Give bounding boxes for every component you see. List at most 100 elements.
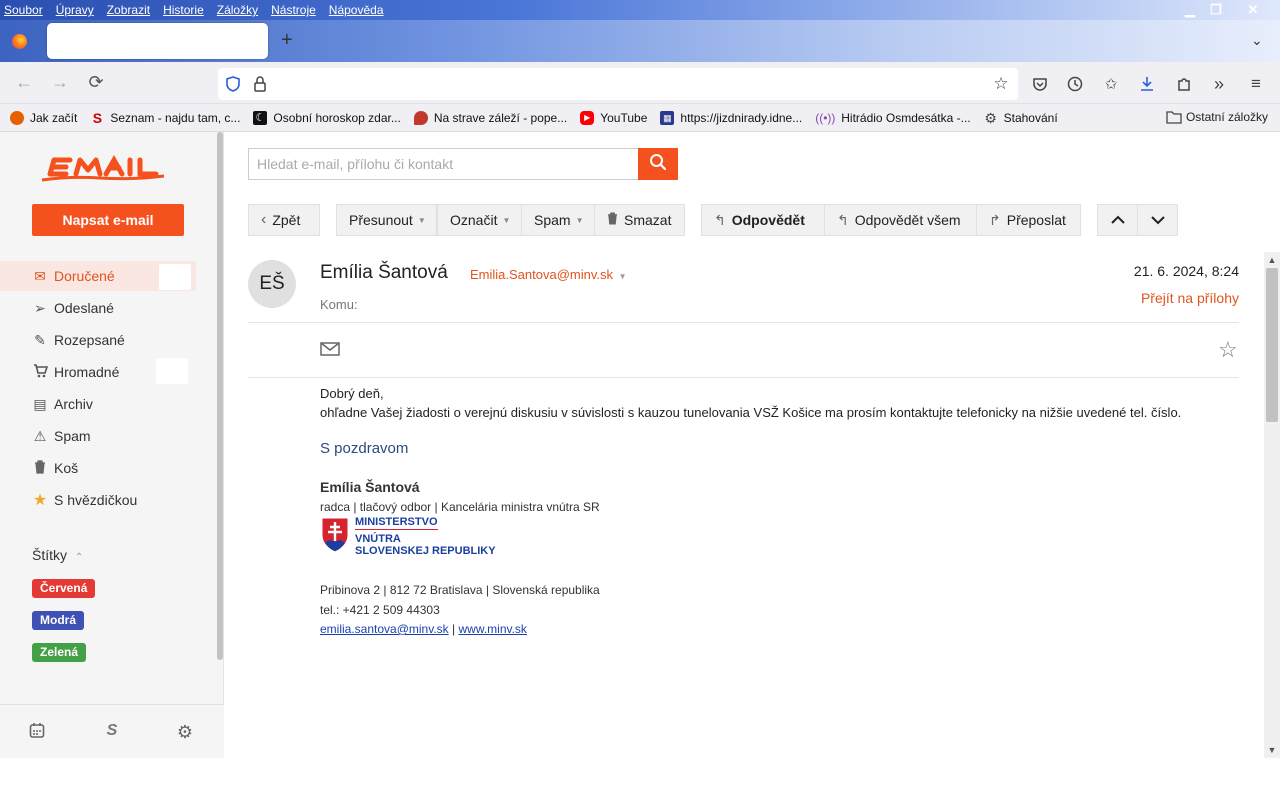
- archive-icon: ▤: [33, 395, 47, 412]
- scrollbar-thumb[interactable]: [1266, 268, 1278, 422]
- menu-view[interactable]: Zobrazit: [107, 3, 150, 17]
- mark-button[interactable]: Označit ▼: [437, 204, 522, 236]
- scroll-down-arrow-icon[interactable]: ▼: [1264, 742, 1280, 758]
- strava-icon: [413, 110, 428, 125]
- signature-links: emilia.santova@minv.sk | www.minv.sk: [320, 622, 527, 636]
- compose-email-button[interactable]: Napsat e-mail: [32, 204, 184, 236]
- label-red[interactable]: Červená: [32, 579, 96, 598]
- folder-drafts[interactable]: ✎ Rozepsané: [0, 325, 196, 355]
- search-input[interactable]: [248, 148, 639, 180]
- chevron-up-icon: [1110, 215, 1125, 224]
- folder-starred[interactable]: ★ S hvězdičkou: [0, 485, 196, 515]
- pocket-icon[interactable]: [1029, 73, 1051, 95]
- signature-phone: tel.: +421 2 509 44303: [320, 603, 440, 617]
- back-arrow-icon[interactable]: ←: [12, 72, 36, 92]
- hamburger-menu-icon[interactable]: ≡: [1245, 73, 1267, 95]
- trash-icon: [607, 212, 618, 228]
- scroll-up-arrow-icon[interactable]: ▲: [1264, 252, 1280, 268]
- firefox-icon: [10, 110, 24, 125]
- label-blue[interactable]: Modrá: [32, 611, 84, 630]
- reply-all-button[interactable]: ↰ Odpovědět všem: [824, 204, 977, 236]
- menu-file[interactable]: Soubor: [4, 3, 43, 17]
- next-message-button[interactable]: [1137, 204, 1178, 236]
- shield-icon[interactable]: [224, 75, 242, 93]
- recipient-label: Komu:: [320, 297, 358, 312]
- settings-gear-icon[interactable]: ⚙: [173, 722, 197, 744]
- email-logo[interactable]: [40, 150, 166, 190]
- close-window-button[interactable]: ✕: [1240, 1, 1266, 18]
- bookmark-star-icon[interactable]: ☆: [990, 73, 1012, 95]
- bookmark-item[interactable]: ☾ Osobní horoskop zdar...: [253, 110, 401, 125]
- back-button[interactable]: ‹ Zpět: [248, 204, 320, 236]
- forward-button[interactable]: ↱ Přeposlat: [976, 204, 1081, 236]
- firefox-icon[interactable]: [12, 34, 27, 49]
- menu-history[interactable]: Historie: [163, 3, 204, 17]
- labels-header[interactable]: Štítky ⌃: [32, 547, 83, 563]
- avatar: EŠ: [248, 260, 296, 308]
- previous-message-button[interactable]: [1097, 204, 1138, 236]
- extensions-puzzle-icon[interactable]: [1173, 73, 1195, 95]
- search-icon: [650, 153, 667, 170]
- menu-help[interactable]: Nápověda: [329, 3, 384, 17]
- bookmark-item[interactable]: ▦ https://jizdnirady.idne...: [660, 110, 802, 125]
- reply-button[interactable]: ↰ Odpovědět: [701, 204, 825, 236]
- folder-trash[interactable]: Koš: [0, 453, 196, 483]
- minimize-button[interactable]: ▁: [1178, 1, 1202, 18]
- seznam-logo-icon[interactable]: S: [100, 722, 124, 744]
- move-button[interactable]: Přesunout ▼: [336, 204, 437, 236]
- attachments-link[interactable]: Přejít na přílohy: [1141, 290, 1239, 306]
- caret-down-icon: ▼: [618, 272, 627, 281]
- signature-role: radca | tlačový odbor | Kancelária minis…: [320, 500, 600, 514]
- bookmark-item[interactable]: Na strave záleží - pope...: [413, 110, 567, 125]
- history-clock-icon[interactable]: [1064, 73, 1086, 95]
- menu-edit[interactable]: Úpravy: [56, 3, 94, 17]
- bookmark-item[interactable]: ((•)) Hitrádio Osmdesátka -...: [815, 111, 970, 125]
- bookmark-item[interactable]: ⚙ Stahování: [984, 109, 1057, 126]
- gear-icon: ⚙: [984, 109, 997, 126]
- spam-button[interactable]: Spam ▼: [521, 204, 595, 236]
- active-tab[interactable]: [47, 23, 268, 59]
- signature-email-link[interactable]: emilia.santova@minv.sk: [320, 622, 449, 636]
- new-tab-button[interactable]: +: [281, 30, 293, 50]
- menu-tools[interactable]: Nástroje: [271, 3, 316, 17]
- youtube-icon: ▶: [580, 110, 595, 125]
- list-tabs-button[interactable]: ⌄: [1251, 32, 1263, 49]
- bookmark-item[interactable]: S Seznam - najdu tam, c...: [90, 109, 241, 126]
- search-button[interactable]: [638, 148, 678, 180]
- seznam-icon: S: [92, 109, 103, 126]
- bookmark-item[interactable]: Jak začít: [10, 110, 77, 125]
- folder-spam[interactable]: ⚠ Spam: [0, 421, 196, 451]
- label-green[interactable]: Zelená: [32, 643, 87, 662]
- folder-icon: [1166, 111, 1182, 124]
- signature-name: Emília Šantová: [320, 479, 420, 495]
- menu-bar: Soubor Úpravy Zobrazit Historie Záložky …: [0, 0, 397, 20]
- folder-sent[interactable]: ➢ Odeslané: [0, 293, 196, 323]
- chevron-up-icon: ⌃: [74, 552, 84, 563]
- greeting-text: Dobrý deň,: [320, 386, 384, 401]
- calendar-icon[interactable]: [25, 722, 49, 744]
- divider: [248, 322, 1239, 323]
- star-outline-icon[interactable]: ☆: [1218, 337, 1238, 363]
- url-input[interactable]: [279, 73, 564, 95]
- restore-button[interactable]: ❐: [1204, 1, 1228, 18]
- lock-icon[interactable]: [252, 75, 268, 93]
- other-bookmarks[interactable]: Ostatní záložky: [1166, 110, 1268, 124]
- forward-arrow-icon[interactable]: →: [48, 72, 72, 92]
- sidebar-scrollbar[interactable]: [217, 132, 223, 660]
- bottom-strip: [0, 758, 1280, 800]
- bookmarks-star-icon[interactable]: ✩: [1100, 73, 1122, 95]
- delete-button[interactable]: Smazat: [594, 204, 685, 236]
- radio-icon: ((•)): [815, 110, 836, 125]
- signature-web-link[interactable]: www.minv.sk: [458, 622, 526, 636]
- closing-text: S pozdravom: [320, 440, 409, 457]
- reload-icon[interactable]: ⟳: [84, 72, 108, 92]
- inbox-count-badge: [159, 264, 191, 290]
- send-icon: ➢: [34, 299, 46, 316]
- sender-email[interactable]: Emilia.Santova@minv.sk ▼: [470, 267, 627, 282]
- bookmark-item[interactable]: ▶ YouTube: [580, 110, 647, 125]
- download-icon[interactable]: [1136, 73, 1158, 95]
- overflow-chevrons-icon[interactable]: »: [1208, 73, 1230, 95]
- folder-archive[interactable]: ▤ Archiv: [0, 389, 196, 419]
- signature-address: Pribinova 2 | 812 72 Bratislava | Sloven…: [320, 583, 600, 597]
- menu-bookmarks[interactable]: Záložky: [217, 3, 258, 17]
